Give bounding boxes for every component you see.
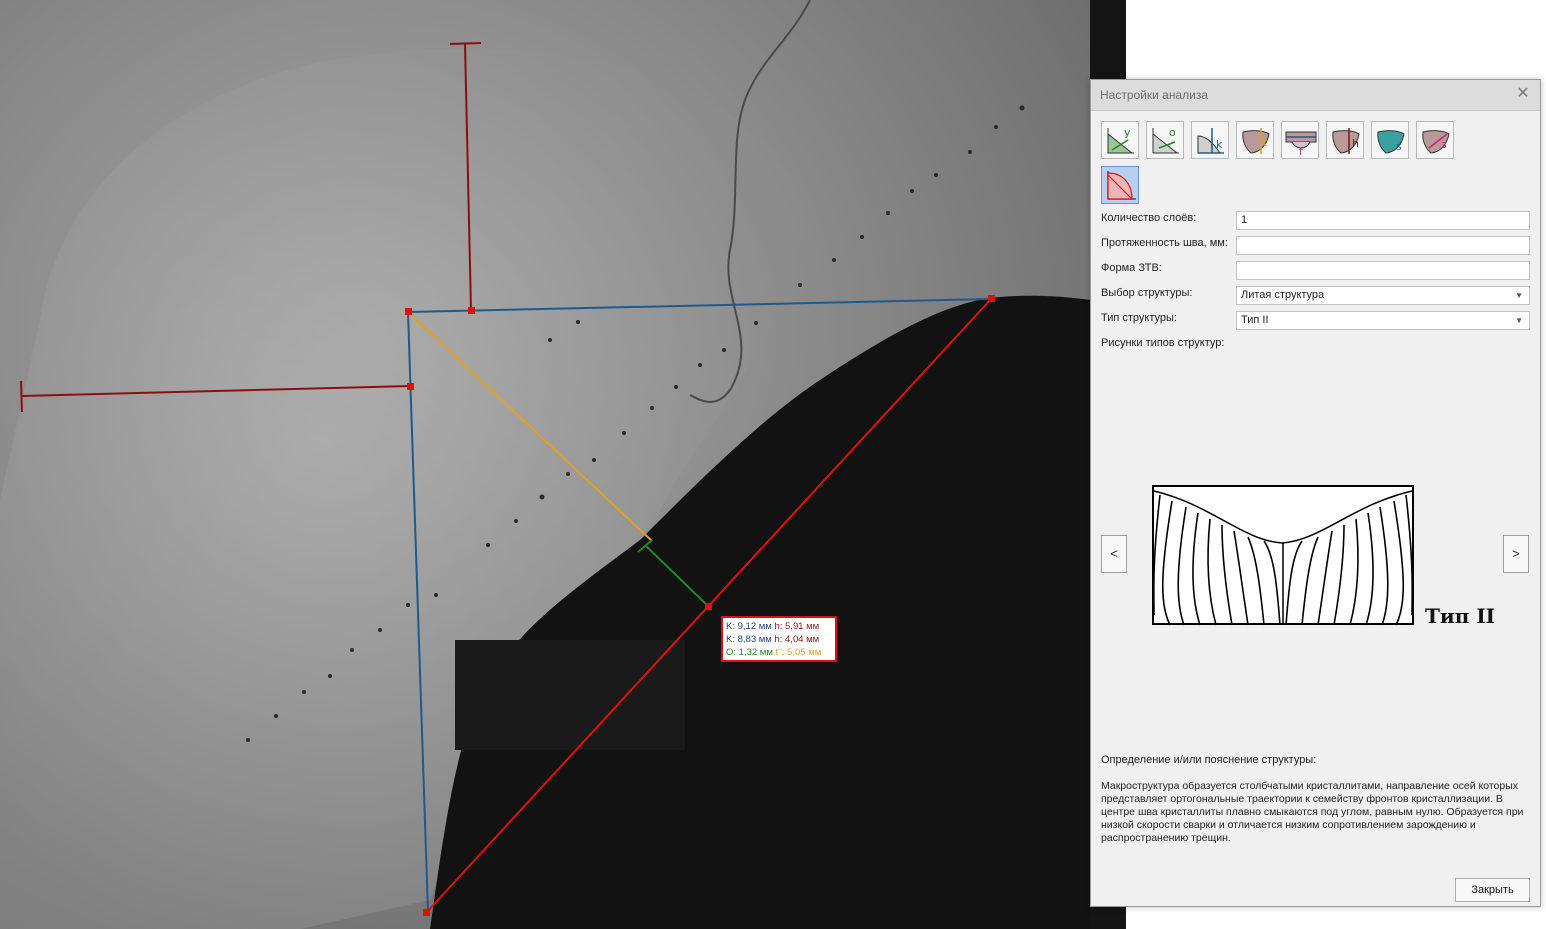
tool-weld-zone-button[interactable] xyxy=(1101,166,1139,204)
structure-select-label: Выбор структуры: xyxy=(1101,287,1193,299)
description-label: Определение и/или пояснение структуры: xyxy=(1101,754,1317,766)
haz-shape-field[interactable] xyxy=(1236,261,1530,280)
structure-type-picture xyxy=(1152,485,1414,626)
leg-o-icon: o xyxy=(1152,126,1179,154)
structure-type-value: Тип II xyxy=(1241,314,1269,326)
bead-s-icon: s xyxy=(1377,130,1405,154)
tool-bead-h-button[interactable]: h xyxy=(1326,121,1364,159)
chevron-down-icon[interactable]: ▼ xyxy=(1515,287,1523,304)
structure-select[interactable]: Литая структура ▼ xyxy=(1236,286,1530,305)
weld-zone-icon xyxy=(1107,171,1136,200)
leg-k-icon: k xyxy=(1197,128,1224,154)
convexity-value: O: 1,32 мм xyxy=(726,647,773,658)
tool-bead-f-button[interactable]: f xyxy=(1281,121,1319,159)
haz-shape-label: Форма ЗТВ: xyxy=(1101,262,1162,274)
tool-bead-s-button[interactable]: s xyxy=(1371,121,1409,159)
leg-k1-value: K: 9,12 мм xyxy=(726,621,772,632)
svg-text:o: o xyxy=(1169,126,1176,139)
measurement-readout: K: 9,12 мм h: 5,91 мм K: 8,83 мм h: 4,04… xyxy=(721,616,837,662)
bead-h-icon: h xyxy=(1332,128,1360,154)
pictures-label: Рисунки типов структур: xyxy=(1101,337,1225,349)
structure-type-select[interactable]: Тип II ▼ xyxy=(1236,311,1530,330)
next-picture-button[interactable]: > xyxy=(1503,535,1529,573)
bead-f-icon: f xyxy=(1285,131,1317,158)
svg-text:з: з xyxy=(1441,138,1447,151)
leg-y-icon: y xyxy=(1107,126,1134,154)
tool-leg-k-button[interactable]: k xyxy=(1191,121,1229,159)
close-button[interactable]: Закрыть xyxy=(1455,878,1530,902)
structure-picture-caption: Тип II xyxy=(1425,604,1496,628)
prev-picture-button[interactable]: < xyxy=(1101,535,1127,573)
bead-t-icon: t xyxy=(1242,128,1270,154)
structure-type-label: Тип структуры: xyxy=(1101,312,1177,324)
weld-length-label: Протяженность шва, мм: xyxy=(1101,237,1228,249)
macrograph-view[interactable]: K: 9,12 мм h: 5,91 мм K: 8,83 мм h: 4,04… xyxy=(0,0,1126,929)
tool-leg-y-button[interactable]: y xyxy=(1101,121,1139,159)
tool-bead-z-button[interactable]: з xyxy=(1416,121,1454,159)
leg-k2-value: K: 8,83 мм xyxy=(726,634,772,645)
svg-text:s: s xyxy=(1396,140,1402,153)
h1-value: h: 5,91 мм xyxy=(774,621,820,632)
h2-value: h: 4,04 мм xyxy=(774,634,820,645)
svg-text:h: h xyxy=(1352,137,1359,150)
description-text: Макроструктура образуется столбчатыми кр… xyxy=(1101,780,1524,844)
layers-field[interactable]: 1 xyxy=(1236,211,1530,230)
weld-macrograph xyxy=(0,0,1126,929)
structure-select-value: Литая структура xyxy=(1241,289,1325,301)
dialog-title: Настройки анализа xyxy=(1100,88,1209,102)
tool-bead-t-button[interactable]: t xyxy=(1236,121,1274,159)
svg-text:t: t xyxy=(1263,136,1268,149)
dialog-titlebar[interactable]: Настройки анализа ✕ xyxy=(1091,80,1540,111)
layers-label: Количество слоёв: xyxy=(1101,212,1197,224)
close-icon[interactable]: ✕ xyxy=(1514,85,1532,103)
svg-text:k: k xyxy=(1216,138,1223,151)
svg-text:y: y xyxy=(1124,126,1131,139)
tool-leg-o-button[interactable]: o xyxy=(1146,121,1184,159)
weld-length-field[interactable] xyxy=(1236,236,1530,255)
analysis-settings-dialog: Настройки анализа ✕ y o k t f h s з Коли… xyxy=(1090,79,1541,907)
bead-z-icon: з xyxy=(1422,130,1450,154)
chevron-down-icon[interactable]: ▼ xyxy=(1515,312,1523,329)
throat-value: t'': 5,05 мм xyxy=(775,647,822,658)
